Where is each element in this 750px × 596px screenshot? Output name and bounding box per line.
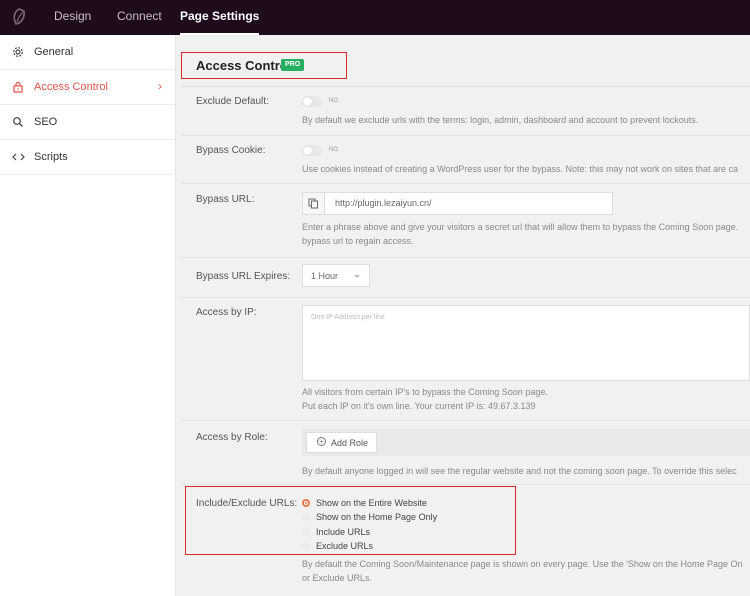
access-ip-label: Access by IP: [196,307,257,318]
sidebar-item-seo[interactable]: SEO [0,105,176,140]
access-control-panel: Access Control PRO Exclude Default: NO B… [177,35,750,596]
divider [181,420,750,421]
access-ip-placeholder: One IP Address per line [311,314,385,321]
radio-unselected-icon [302,528,310,536]
tab-page-settings[interactable]: Page Settings [180,0,260,35]
radio-label: Show on the Home Page Only [316,512,438,522]
tab-connect[interactable]: Connect [117,0,162,35]
search-icon [11,115,25,129]
access-role-label: Access by Role: [196,432,268,443]
copy-icon[interactable] [303,193,325,214]
radio-selected-icon [302,499,310,507]
bypass-url-field[interactable]: http://plugin.lezaiyun.cn/ [302,192,613,215]
divider [181,257,750,258]
sidebar-item-label: SEO [34,116,58,128]
bypass-url-value: http://plugin.lezaiyun.cn/ [335,198,432,208]
settings-sidebar: General Access Control › SEO Scripts [0,35,176,596]
sidebar-item-label: Scripts [34,151,68,163]
bypass-url-help: Enter a phrase above and give your visit… [302,222,739,232]
toggle-state-text: NO [329,147,338,153]
toggle-state-text: NO [329,98,338,104]
bypass-url-label: Bypass URL: [196,194,255,205]
plus-circle-icon: + [317,437,326,446]
pro-badge: PRO [281,59,305,71]
bypass-cookie-label: Bypass Cookie: [196,145,266,156]
tab-design[interactable]: Design [54,0,91,35]
radio-unselected-icon [302,513,310,521]
bypass-expires-label: Bypass URL Expires: [196,271,291,282]
access-role-container: + Add Role [302,429,750,456]
radio-label: Show on the Entire Website [316,498,427,508]
add-role-button[interactable]: + Add Role [306,432,377,453]
top-navigation-bar: Design Connect Page Settings [0,0,750,35]
seedprod-logo-icon[interactable] [8,6,30,28]
lock-icon [11,80,25,94]
access-role-help: By default anyone logged in will see the… [302,466,737,476]
divider [181,484,750,485]
include-exclude-help-line2: or Exclude URLs. [302,573,373,583]
sidebar-item-label: General [34,46,74,58]
bypass-cookie-toggle[interactable] [302,145,322,156]
access-ip-help: All visitors from certain IP's to bypass… [302,387,548,397]
add-role-label: Add Role [331,438,369,448]
radio-label: Include URLs [316,527,371,537]
sidebar-item-scripts[interactable]: Scripts [0,140,176,175]
radio-unselected-icon [302,542,310,550]
gear-icon [11,45,25,59]
bypass-url-help-line2: bypass url to regain access. [302,236,414,246]
access-ip-textarea[interactable]: One IP Address per line [302,305,750,381]
divider [181,86,750,87]
access-ip-help-line2: Put each IP on it's own line. Your curre… [302,401,536,411]
code-icon [11,150,25,164]
bypass-expires-value: 1 Hour [311,271,339,281]
include-exclude-help: By default the Coming Soon/Maintenance p… [302,559,743,569]
divider [181,183,750,184]
exclude-default-help: By default we exclude urls with the term… [302,115,699,125]
panel-title: Access Control [196,58,292,73]
divider [181,297,750,298]
bypass-expires-select[interactable]: 1 Hour [302,264,370,287]
include-exclude-label: Include/Exclude URLs: [196,498,298,509]
exclude-default-toggle[interactable] [302,96,322,107]
chevron-down-icon [354,275,360,278]
sidebar-item-label: Access Control [34,81,108,93]
sidebar-item-general[interactable]: General [0,35,176,70]
exclude-default-label: Exclude Default: [196,96,269,107]
divider [181,135,750,136]
sidebar-item-access-control[interactable]: Access Control › [0,70,176,105]
radio-label: Exclude URLs [316,541,374,551]
chevron-right-icon: › [158,79,162,93]
bypass-cookie-help: Use cookies instead of creating a WordPr… [302,164,739,174]
